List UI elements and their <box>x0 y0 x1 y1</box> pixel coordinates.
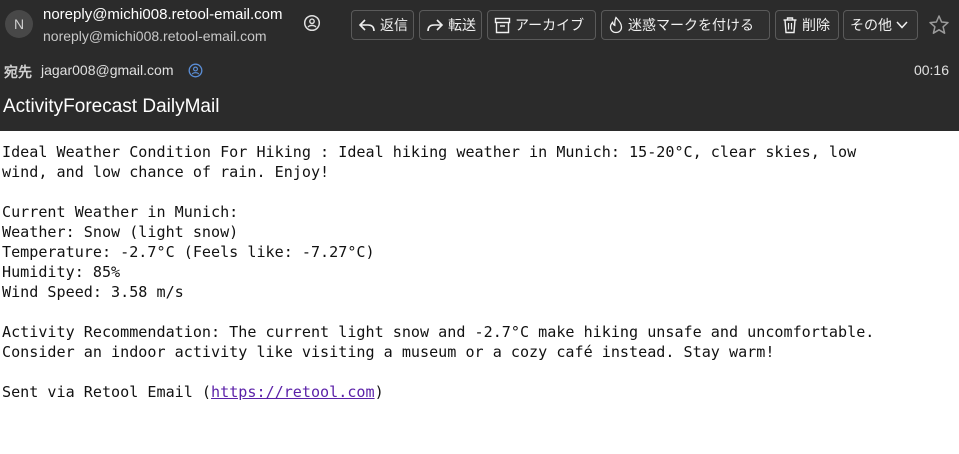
archive-icon <box>494 17 511 33</box>
reply-label: 返信 <box>380 17 408 33</box>
delete-label: 削除 <box>802 17 830 33</box>
reply-icon <box>358 19 375 32</box>
contact-icon[interactable] <box>188 63 203 78</box>
email-subject: ActivityForecast DailyMail <box>3 96 220 117</box>
sender-name[interactable]: noreply@michi008.retool-email.com <box>43 6 283 23</box>
footer-line: Sent via Retool Email (https://retool.co… <box>2 382 952 402</box>
delete-button[interactable]: 削除 <box>775 10 839 40</box>
forward-button[interactable]: 転送 <box>419 10 482 40</box>
forward-icon <box>427 19 444 32</box>
message-header: N noreply@michi008.retool-email.com nore… <box>0 0 959 131</box>
trash-icon <box>783 17 797 34</box>
recipient-address[interactable]: jagar008@gmail.com <box>41 62 174 78</box>
archive-label: アーカイブ <box>515 17 585 33</box>
body-line: Weather: Snow (light snow) <box>2 223 239 241</box>
contact-icon[interactable] <box>303 14 321 32</box>
email-body: Ideal Weather Condition For Hiking : Ide… <box>2 142 952 402</box>
body-line: Humidity: 85% <box>2 263 121 281</box>
footer-suffix: ) <box>374 383 384 401</box>
more-button[interactable]: その他 <box>843 10 918 40</box>
body-line: Temperature: -2.7°C (Feels like: -7.27°C… <box>2 243 375 261</box>
retool-link[interactable]: https://retool.com <box>211 383 375 401</box>
body-line: Ideal Weather Condition For Hiking : Ide… <box>2 143 857 161</box>
sender-address: noreply@michi008.retool-email.com <box>43 28 267 44</box>
avatar: N <box>5 10 33 38</box>
body-line: Wind Speed: 3.58 m/s <box>2 283 184 301</box>
chevron-down-icon <box>896 21 908 29</box>
archive-button[interactable]: アーカイブ <box>487 10 596 40</box>
body-line: Consider an indoor activity like visitin… <box>2 343 775 361</box>
reply-button[interactable]: 返信 <box>351 10 414 40</box>
recipient-label: 宛先 <box>4 64 32 80</box>
star-icon[interactable] <box>928 14 950 36</box>
body-line: wind, and low chance of rain. Enjoy! <box>2 163 330 181</box>
spam-button[interactable]: 迷惑マークを付ける <box>601 10 770 40</box>
footer-prefix: Sent via Retool Email ( <box>2 383 212 401</box>
received-time: 00:16 <box>913 62 949 78</box>
spam-icon <box>609 16 623 34</box>
spam-label: 迷惑マークを付ける <box>628 17 754 33</box>
body-line: Current Weather in Munich: <box>2 203 239 221</box>
more-label: その他 <box>850 17 892 33</box>
forward-label: 転送 <box>448 17 476 33</box>
body-line: Activity Recommendation: The current lig… <box>2 323 875 341</box>
